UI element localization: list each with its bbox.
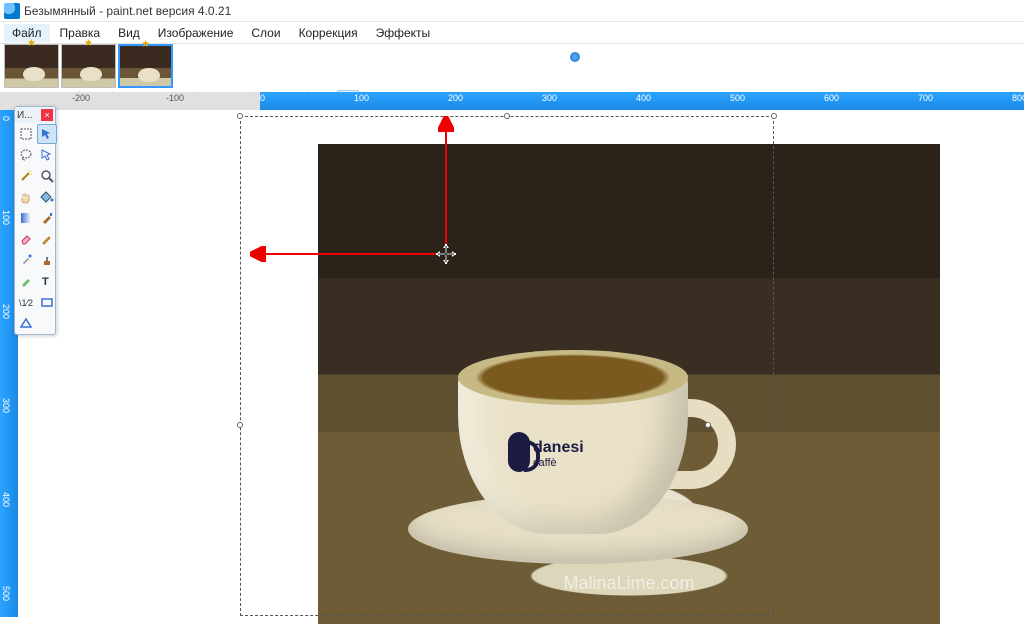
menu-layers[interactable]: Слои <box>243 24 288 42</box>
ruler-h-label: 600 <box>824 93 839 103</box>
ruler-h-label: 800 <box>1012 93 1024 103</box>
unsaved-star-icon: ★ <box>84 38 93 49</box>
tool-move-selection[interactable] <box>37 145 57 165</box>
ruler-h-label: 400 <box>636 93 651 103</box>
ruler-v-label: 0 <box>1 116 11 121</box>
tool-shapes-tri[interactable] <box>16 313 36 333</box>
menu-effects[interactable]: Эффекты <box>368 24 439 42</box>
menu-image[interactable]: Изображение <box>150 24 242 42</box>
tool-move-selected[interactable] <box>37 124 57 144</box>
selection-handle[interactable] <box>504 113 510 119</box>
ruler-h-label: 100 <box>354 93 369 103</box>
thumbnail-1[interactable]: ★ <box>4 44 59 88</box>
ruler-h-label: -100 <box>166 93 184 103</box>
tool-lasso[interactable] <box>16 145 36 165</box>
svg-text:\1⁄2: \1⁄2 <box>19 298 33 308</box>
tool-magic-wand[interactable] <box>16 166 36 186</box>
tool-line[interactable]: \1⁄2 <box>16 292 36 312</box>
selection-handle[interactable] <box>705 422 711 428</box>
menu-edit[interactable]: Правка <box>52 24 109 42</box>
unsaved-star-icon: ★ <box>141 39 150 50</box>
move-cursor-icon <box>436 244 456 264</box>
ruler-v-label: 300 <box>1 398 11 413</box>
ruler-v-label: 400 <box>1 492 11 507</box>
selection-handle[interactable] <box>237 113 243 119</box>
tool-paintbrush[interactable] <box>37 208 57 228</box>
tool-recolor[interactable] <box>16 271 36 291</box>
tool-eraser[interactable] <box>16 229 36 249</box>
selection-handle[interactable] <box>237 422 243 428</box>
ruler-h-label: 200 <box>448 93 463 103</box>
tool-gradient[interactable] <box>16 208 36 228</box>
tool-shapes-rect[interactable] <box>37 292 57 312</box>
tool-color-picker[interactable] <box>16 250 36 270</box>
thumbnail-3[interactable]: ★ <box>118 44 173 88</box>
ruler-v-label: 100 <box>1 210 11 225</box>
close-icon[interactable]: × <box>41 109 53 121</box>
ruler-v-label: 500 <box>1 586 11 601</box>
menu-adjust[interactable]: Коррекция <box>291 24 366 42</box>
app-icon <box>4 3 20 19</box>
canvas-area[interactable]: danesicaffè MalinaLime.com <box>18 110 1024 617</box>
ruler-h-label: -200 <box>72 93 90 103</box>
tool-zoom[interactable] <box>37 166 57 186</box>
unsaved-star-icon: ★ <box>27 38 36 49</box>
ruler-h-label: 500 <box>730 93 745 103</box>
ruler-h-label: 0 <box>260 93 265 103</box>
document-thumbnails: ★ ★ ★ <box>0 44 1024 88</box>
tool-paint-bucket[interactable] <box>37 187 57 207</box>
horizontal-ruler[interactable]: -300-200-1000100200300400500600700800900 <box>18 92 1024 110</box>
tool-rect-select[interactable] <box>16 124 36 144</box>
ruler-h-label: 700 <box>918 93 933 103</box>
ruler-h-label: 300 <box>542 93 557 103</box>
blue-dot-icon <box>570 52 580 62</box>
tool-text[interactable]: T <box>37 271 57 291</box>
tools-panel[interactable]: И... × T \1⁄2 <box>14 106 56 335</box>
window-title: Безымянный - paint.net версия 4.0.21 <box>24 4 231 18</box>
tool-pan[interactable] <box>16 187 36 207</box>
svg-text:T: T <box>42 276 49 288</box>
selection-handle[interactable] <box>771 113 777 119</box>
tools-panel-title: И... <box>17 110 33 121</box>
thumbnail-2[interactable]: ★ <box>61 44 116 88</box>
workspace: -300-200-1000100200300400500600700800900… <box>0 92 1024 617</box>
selection-rect[interactable] <box>240 116 774 616</box>
menu-bar: Файл Правка Вид Изображение Слои Коррекц… <box>0 22 1024 44</box>
ruler-v-label: 200 <box>1 304 11 319</box>
tool-pencil[interactable] <box>37 229 57 249</box>
tool-clone[interactable] <box>37 250 57 270</box>
